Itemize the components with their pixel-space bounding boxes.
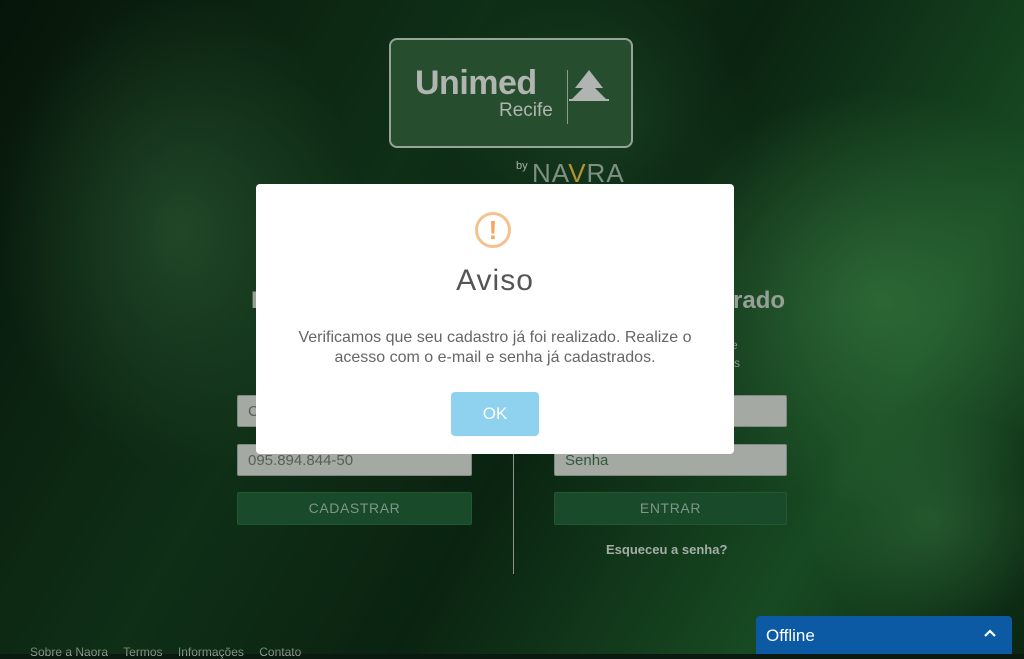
chevron-up-icon[interactable] bbox=[982, 625, 998, 641]
ok-button[interactable]: OK bbox=[451, 392, 539, 436]
exclamation-circle-icon: ! bbox=[475, 212, 511, 248]
dialog-title: Aviso bbox=[456, 264, 534, 297]
dialog-message: Verificamos que seu cadastro já foi real… bbox=[298, 329, 692, 366]
chat-widget-bar[interactable]: Offline bbox=[756, 616, 1012, 654]
chat-status-label: Offline bbox=[766, 626, 815, 645]
alert-dialog: ! Aviso Verificamos que seu cadastro já … bbox=[256, 184, 734, 454]
